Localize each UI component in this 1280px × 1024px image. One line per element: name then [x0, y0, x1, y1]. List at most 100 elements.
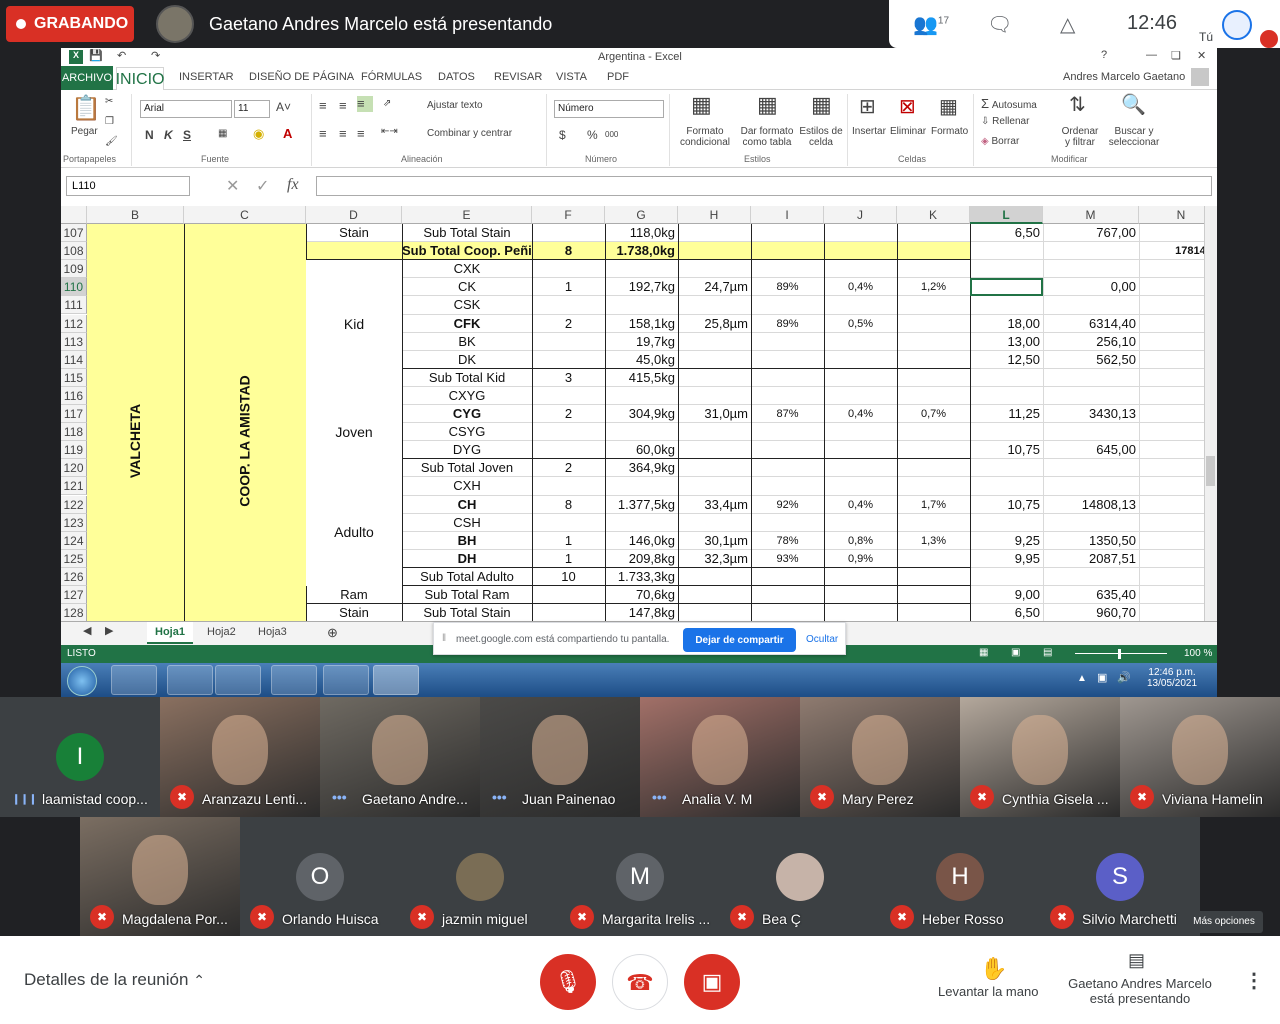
- conditional-format-icon[interactable]: ▦: [691, 92, 712, 118]
- participant-tile[interactable]: ••• Juan Painenao: [480, 697, 640, 817]
- save-icon[interactable]: 💾: [89, 49, 103, 62]
- more-options-icon[interactable]: ⋮: [1244, 968, 1264, 993]
- cell-g119[interactable]: 60,0kg: [605, 441, 678, 459]
- autosum-button[interactable]: Σ Autosuma: [981, 96, 1037, 111]
- row-header[interactable]: 110: [61, 278, 87, 297]
- row-header[interactable]: 115: [61, 368, 87, 387]
- hide-button[interactable]: Ocultar: [806, 634, 838, 645]
- network-icon[interactable]: ▣: [1097, 671, 1107, 684]
- paste-icon[interactable]: 📋: [71, 94, 101, 123]
- sheet-tab-hoja3[interactable]: Hoja3: [258, 626, 287, 638]
- notes-taskbar-icon[interactable]: [323, 665, 369, 695]
- cell-e119[interactable]: DYG: [402, 441, 532, 459]
- column-header[interactable]: C: [184, 206, 306, 224]
- tab-inicio[interactable]: INICIO: [116, 67, 164, 91]
- cell-f124[interactable]: 1: [532, 532, 605, 550]
- cell-k124[interactable]: 1,3%: [897, 532, 970, 550]
- page-layout-icon[interactable]: ▣: [1011, 647, 1020, 658]
- insert-button[interactable]: Insertar: [852, 126, 886, 137]
- zoom-handle[interactable]: [1118, 649, 1121, 659]
- cell-e118[interactable]: CSYG: [402, 423, 532, 441]
- participant-tile[interactable]: ✖ Viviana Hamelin: [1120, 697, 1280, 817]
- sort-filter-icon[interactable]: ⇅: [1069, 92, 1086, 117]
- cut-icon[interactable]: ✂: [105, 96, 113, 107]
- name-box[interactable]: L110: [66, 176, 190, 196]
- participant-tile[interactable]: ✖ Mary Perez: [800, 697, 960, 817]
- paste-button[interactable]: Pegar: [71, 126, 98, 137]
- row-header[interactable]: 113: [61, 332, 87, 351]
- outlook-taskbar-icon[interactable]: [167, 665, 213, 695]
- participant-tile[interactable]: ✖ Cynthia Gisela ...: [960, 697, 1120, 817]
- next-sheet-icon[interactable]: ▶: [105, 624, 113, 637]
- enter-icon[interactable]: ✓: [256, 176, 269, 196]
- user-name[interactable]: Andres Marcelo Gaetano: [1063, 71, 1185, 83]
- cell-l127[interactable]: 9,00: [970, 586, 1043, 604]
- column-header[interactable]: H: [678, 206, 751, 224]
- cell-l107[interactable]: 6,50: [970, 224, 1043, 242]
- cell-i110[interactable]: 89%: [751, 278, 824, 296]
- tab-pdf[interactable]: PDF: [607, 71, 629, 83]
- cell-g124[interactable]: 146,0kg: [605, 532, 678, 550]
- indent-icon[interactable]: ⇤⇥: [381, 126, 398, 137]
- orientation-icon[interactable]: ⇗: [383, 98, 391, 109]
- cell-f110[interactable]: 1: [532, 278, 605, 296]
- presenting-button[interactable]: Gaetano Andres Marcelo está presentando: [1060, 976, 1220, 1006]
- conditional-format-button[interactable]: Formato condicional: [673, 126, 737, 148]
- row-header[interactable]: 123: [61, 513, 87, 532]
- find-select-button[interactable]: Buscar y seleccionar: [1105, 126, 1163, 148]
- participant-tile[interactable]: I ❙❙❙ laamistad coop...: [0, 697, 160, 817]
- participant-tile[interactable]: ✖ Bea Ç: [720, 817, 880, 937]
- scrollbar-thumb[interactable]: [1206, 456, 1215, 486]
- function-icon[interactable]: fx: [287, 176, 299, 194]
- participant-tile[interactable]: ••• Analia V. M: [640, 697, 800, 817]
- cell-l112[interactable]: 18,00: [970, 315, 1043, 333]
- stop-sharing-button[interactable]: Dejar de compartir: [683, 628, 796, 652]
- format-painter-icon[interactable]: 🖌: [105, 136, 118, 147]
- thousands-icon[interactable]: 000: [605, 130, 618, 139]
- bold-button[interactable]: N: [145, 128, 154, 142]
- cell-d127[interactable]: Ram: [306, 586, 402, 604]
- merged-b-valcheta[interactable]: VALCHETA: [87, 260, 184, 622]
- cell-m112[interactable]: 6314,40: [1043, 315, 1139, 333]
- raise-hand-icon[interactable]: ✋: [980, 956, 1007, 982]
- cell-d107[interactable]: Stain: [306, 224, 402, 242]
- cell-m124[interactable]: 1350,50: [1043, 532, 1139, 550]
- cell-i117[interactable]: 87%: [751, 405, 824, 423]
- column-header[interactable]: D: [306, 206, 402, 224]
- cell-m114[interactable]: 562,50: [1043, 351, 1139, 369]
- merge-center-button[interactable]: Combinar y centrar: [427, 128, 512, 139]
- column-header[interactable]: I: [751, 206, 824, 224]
- cell-g126[interactable]: 1.733,3kg: [605, 568, 678, 586]
- cell-e108[interactable]: Sub Total Coop. Peñi Mapuche: [402, 242, 532, 260]
- column-header[interactable]: B: [87, 206, 184, 224]
- cell-f112[interactable]: 2: [532, 315, 605, 333]
- cell-e127[interactable]: Sub Total Ram: [402, 586, 532, 604]
- cell-j125[interactable]: 0,9%: [824, 550, 897, 568]
- merged-c-coop[interactable]: COOP. LA AMISTAD: [184, 260, 306, 622]
- column-header[interactable]: L: [970, 206, 1043, 224]
- copy-icon[interactable]: ❐: [105, 116, 114, 127]
- cell-e113[interactable]: BK: [402, 333, 532, 351]
- cell-e115[interactable]: Sub Total Kid: [402, 369, 532, 387]
- column-header[interactable]: M: [1043, 206, 1139, 224]
- cell-e112[interactable]: CFK: [402, 315, 532, 333]
- volume-icon[interactable]: 🔊: [1117, 671, 1131, 684]
- cell-j124[interactable]: 0,8%: [824, 532, 897, 550]
- cell-h124[interactable]: 30,1µm: [678, 532, 751, 550]
- cell-d128[interactable]: Stain: [306, 604, 402, 622]
- cell-l122[interactable]: 10,75: [970, 496, 1043, 514]
- align-right-icon[interactable]: ≡: [357, 126, 365, 141]
- cell-styles-button[interactable]: Estilos de celda: [797, 126, 845, 148]
- align-center-icon[interactable]: ≡: [339, 126, 347, 141]
- tab-diseno[interactable]: DISEÑO DE PÁGINA: [249, 71, 354, 83]
- redo-icon[interactable]: ↷: [151, 49, 160, 62]
- clear-button[interactable]: ◈ Borrar: [981, 136, 1019, 147]
- cell-j122[interactable]: 0,4%: [824, 496, 897, 514]
- participant-tile[interactable]: H ✖ Heber Rosso: [880, 817, 1040, 937]
- row-header[interactable]: 124: [61, 531, 87, 550]
- cell-l128[interactable]: 6,50: [970, 604, 1043, 622]
- row-header[interactable]: 108: [61, 242, 87, 261]
- format-button[interactable]: Formato: [931, 126, 968, 137]
- cell-k110[interactable]: 1,2%: [897, 278, 970, 296]
- undo-icon[interactable]: ↶: [117, 49, 126, 62]
